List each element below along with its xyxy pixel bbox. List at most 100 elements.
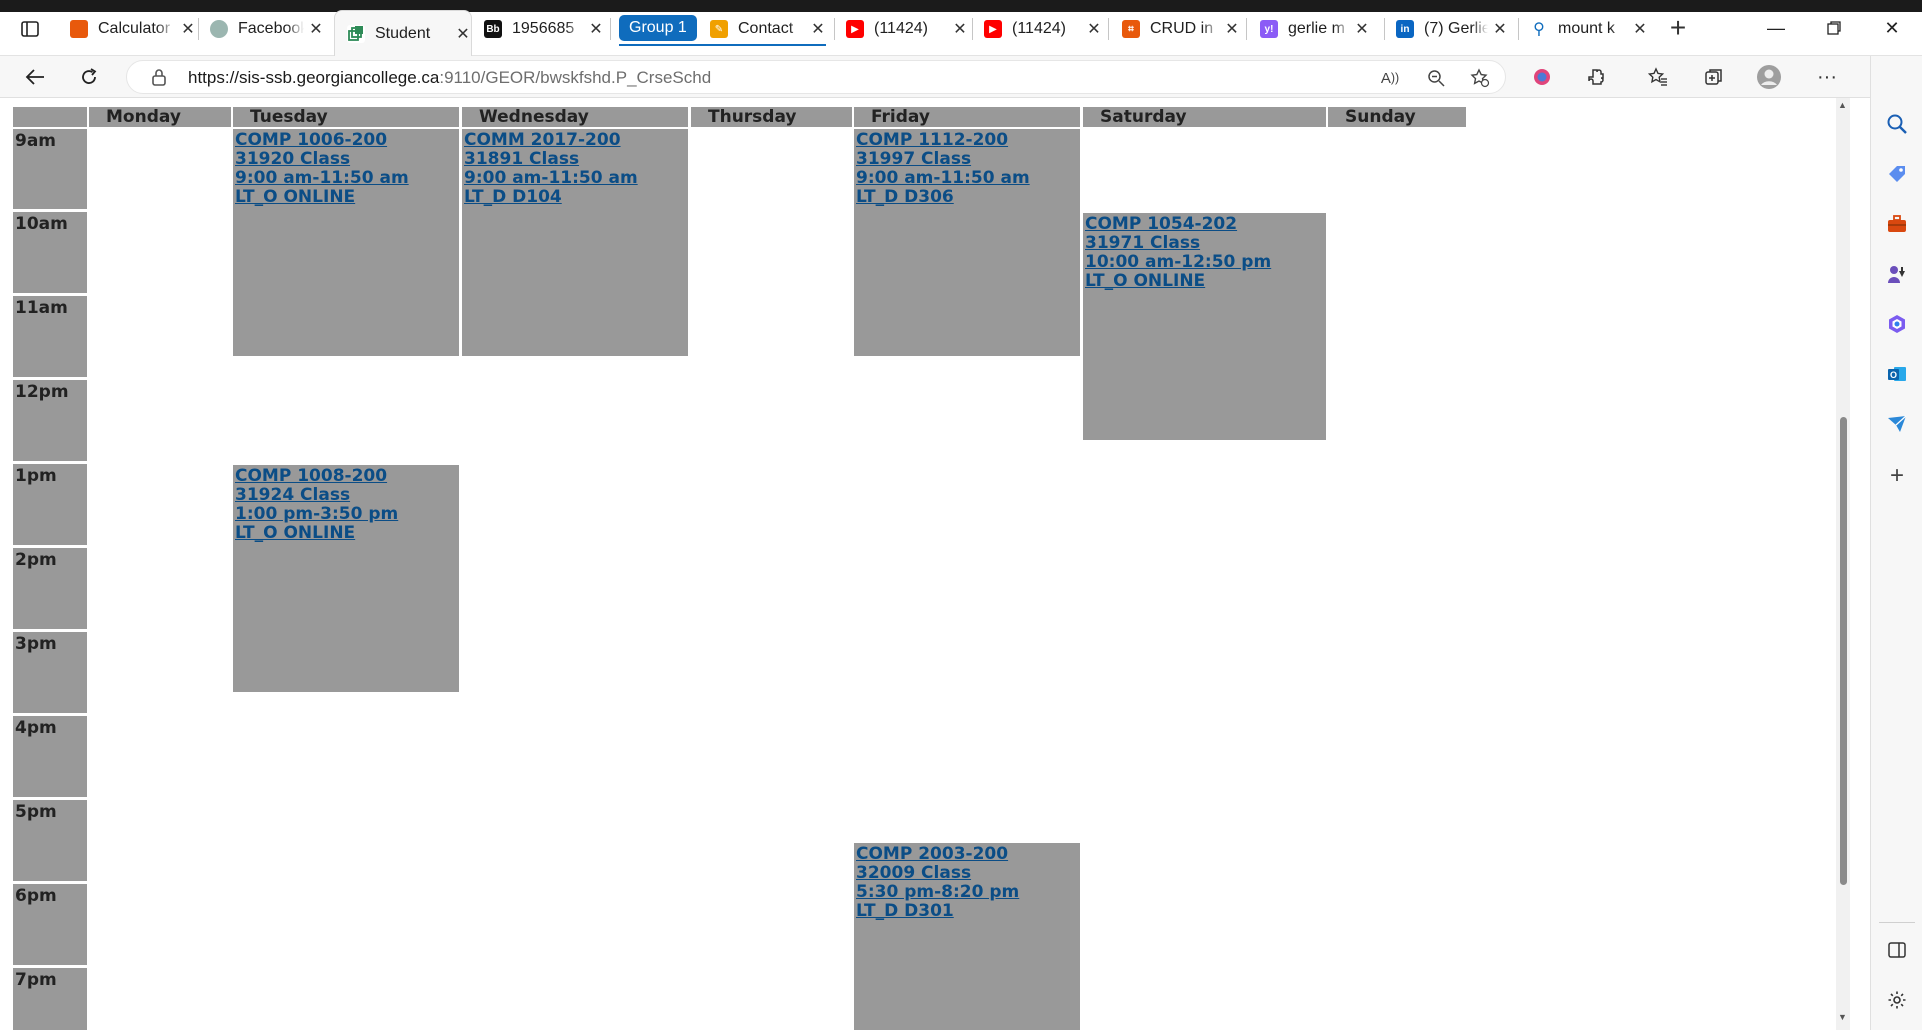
crn-link[interactable]: 31997 Class <box>856 150 1080 169</box>
lock-icon[interactable] <box>151 68 169 86</box>
url-path: :9110/GEOR/bwskfshd.P_CrseSchd <box>439 68 712 87</box>
class-block-comp1054[interactable]: COMP 1054-202 31971 Class 10:00 am-12:50… <box>1083 213 1326 440</box>
time-link[interactable]: 9:00 am-11:50 am <box>856 169 1080 188</box>
tools-briefcase-icon[interactable] <box>1881 208 1913 240</box>
collections-icon[interactable] <box>1699 62 1729 92</box>
tab-crud[interactable]: ⌗ CRUD in ✕ <box>1122 14 1240 44</box>
crn-link[interactable]: 31971 Class <box>1085 234 1326 253</box>
close-tab-icon[interactable]: ✕ <box>1086 19 1102 39</box>
tab-title: gerlie m <box>1288 20 1345 37</box>
shopping-tag-icon[interactable] <box>1881 158 1913 190</box>
tab-separator <box>610 18 611 40</box>
tab-group-label[interactable]: Group 1 <box>619 15 697 41</box>
add-favorite-icon[interactable] <box>1467 66 1493 90</box>
games-icon[interactable] <box>1881 258 1913 290</box>
close-window-button[interactable]: ✕ <box>1872 14 1912 42</box>
class-block-comp1008[interactable]: COMP 1008-200 31924 Class 1:00 pm-3:50 p… <box>233 465 459 692</box>
navigation-toolbar: https://sis-ssb.georgiancollege.ca:9110/… <box>0 56 1870 98</box>
day-header-thursday: Thursday <box>691 107 852 127</box>
tab-youtube-1[interactable]: ▶ (11424) ✕ <box>846 14 968 44</box>
day-header-friday: Friday <box>854 107 1080 127</box>
location-link[interactable]: LT_D D104 <box>464 188 688 207</box>
tab-linkedin[interactable]: in (7) Gerlie ✕ <box>1396 14 1508 44</box>
microsoft-365-icon[interactable] <box>1881 308 1913 340</box>
close-tab-icon[interactable]: ✕ <box>588 19 604 39</box>
tab-calculator[interactable]: Calculator ✕ <box>70 14 196 44</box>
tab-youtube-2[interactable]: ▶ (11424) ✕ <box>984 14 1102 44</box>
send-drop-icon[interactable] <box>1881 408 1913 440</box>
crn-link[interactable]: 31920 Class <box>235 150 459 169</box>
day-header-monday: Monday <box>89 107 231 127</box>
url-text[interactable]: https://sis-ssb.georgiancollege.ca:9110/… <box>188 68 711 88</box>
search-icon[interactable] <box>1881 108 1913 140</box>
favorites-icon[interactable] <box>1643 62 1673 92</box>
time-link[interactable]: 5:30 pm-8:20 pm <box>856 883 1080 902</box>
hide-sidebar-icon[interactable] <box>1881 934 1913 966</box>
tab-blackboard[interactable]: Bb 1956685 ✕ <box>484 14 604 44</box>
class-block-comp2003[interactable]: COMP 2003-200 32009 Class 5:30 pm-8:20 p… <box>854 843 1080 1030</box>
profile-avatar[interactable] <box>1754 62 1784 92</box>
read-aloud-icon[interactable]: A)) <box>1377 66 1403 90</box>
tab-title: (11424) <box>874 20 928 37</box>
crn-link[interactable]: 31891 Class <box>464 150 688 169</box>
close-tab-icon[interactable]: ✕ <box>810 19 826 39</box>
tab-group-underline <box>619 44 826 46</box>
location-link[interactable]: LT_O ONLINE <box>1085 272 1326 291</box>
restore-button[interactable] <box>1814 14 1854 42</box>
time-link[interactable]: 9:00 am-11:50 am <box>464 169 688 188</box>
class-block-comm2017[interactable]: COMM 2017-200 31891 Class 9:00 am-11:50 … <box>462 129 688 356</box>
color-extension-icon[interactable] <box>1527 62 1557 92</box>
scroll-up-arrow-icon[interactable]: ▲ <box>1838 100 1847 110</box>
scrollbar-thumb[interactable] <box>1840 417 1847 885</box>
course-link[interactable]: COMP 1008-200 <box>235 467 459 486</box>
tab-facebook[interactable]: Facebook ✕ <box>210 14 324 44</box>
new-tab-button[interactable]: + <box>1664 12 1692 43</box>
time-link[interactable]: 1:00 pm-3:50 pm <box>235 505 459 524</box>
tab-yahoo[interactable]: y! gerlie m ✕ <box>1260 14 1370 44</box>
settings-gear-icon[interactable] <box>1881 984 1913 1016</box>
class-block-comp1112[interactable]: COMP 1112-200 31997 Class 9:00 am-11:50 … <box>854 129 1080 356</box>
day-header-tuesday: Tuesday <box>233 107 459 127</box>
close-tab-icon[interactable]: ✕ <box>180 19 196 39</box>
tab-separator <box>1518 18 1519 40</box>
course-link[interactable]: COMP 2003-200 <box>856 845 1080 864</box>
location-link[interactable]: LT_D D301 <box>856 902 1080 921</box>
crn-link[interactable]: 31924 Class <box>235 486 459 505</box>
course-link[interactable]: COMP 1006-200 <box>235 131 459 150</box>
tab-student[interactable]: Student ✕ <box>334 10 472 56</box>
minimize-button[interactable]: — <box>1756 14 1796 42</box>
close-tab-icon[interactable]: ✕ <box>1632 19 1648 39</box>
tab-actions-icon[interactable] <box>16 18 44 40</box>
location-link[interactable]: LT_O ONLINE <box>235 188 459 207</box>
close-tab-icon[interactable]: ✕ <box>1354 19 1370 39</box>
course-link[interactable]: COMP 1054-202 <box>1085 215 1326 234</box>
time-label-12pm: 12pm <box>13 380 87 461</box>
location-link[interactable]: LT_D D306 <box>856 188 1080 207</box>
address-bar[interactable]: https://sis-ssb.georgiancollege.ca:9110/… <box>126 60 1506 94</box>
scroll-down-arrow-icon[interactable]: ▼ <box>1838 1012 1847 1022</box>
more-options-icon[interactable]: ··· <box>1812 62 1842 92</box>
close-tab-icon[interactable]: ✕ <box>308 19 324 39</box>
back-arrow-icon[interactable] <box>20 62 50 92</box>
corner-header-cell <box>13 107 87 127</box>
close-tab-icon[interactable]: ✕ <box>952 19 968 39</box>
tab-separator <box>1108 18 1109 40</box>
outlook-icon[interactable]: O <box>1881 358 1913 390</box>
crn-link[interactable]: 32009 Class <box>856 864 1080 883</box>
refresh-icon[interactable] <box>74 62 104 92</box>
time-link[interactable]: 10:00 am-12:50 pm <box>1085 253 1326 272</box>
class-block-comp1006[interactable]: COMP 1006-200 31920 Class 9:00 am-11:50 … <box>233 129 459 356</box>
close-tab-icon[interactable]: ✕ <box>1224 19 1240 39</box>
add-sidebar-app-icon[interactable]: + <box>1881 460 1913 492</box>
tab-contact[interactable]: ✎ Contact ✕ <box>710 14 826 44</box>
vertical-scrollbar[interactable]: ▲ ▼ <box>1836 98 1850 1030</box>
course-link[interactable]: COMP 1112-200 <box>856 131 1080 150</box>
extensions-icon[interactable] <box>1581 62 1611 92</box>
tab-search[interactable]: ⚲ mount k ✕ <box>1530 14 1648 44</box>
location-link[interactable]: LT_O ONLINE <box>235 524 459 543</box>
close-tab-icon[interactable]: ✕ <box>455 24 471 44</box>
course-link[interactable]: COMM 2017-200 <box>464 131 688 150</box>
time-link[interactable]: 9:00 am-11:50 am <box>235 169 459 188</box>
zoom-out-icon[interactable] <box>1423 66 1449 90</box>
close-tab-icon[interactable]: ✕ <box>1492 19 1508 39</box>
